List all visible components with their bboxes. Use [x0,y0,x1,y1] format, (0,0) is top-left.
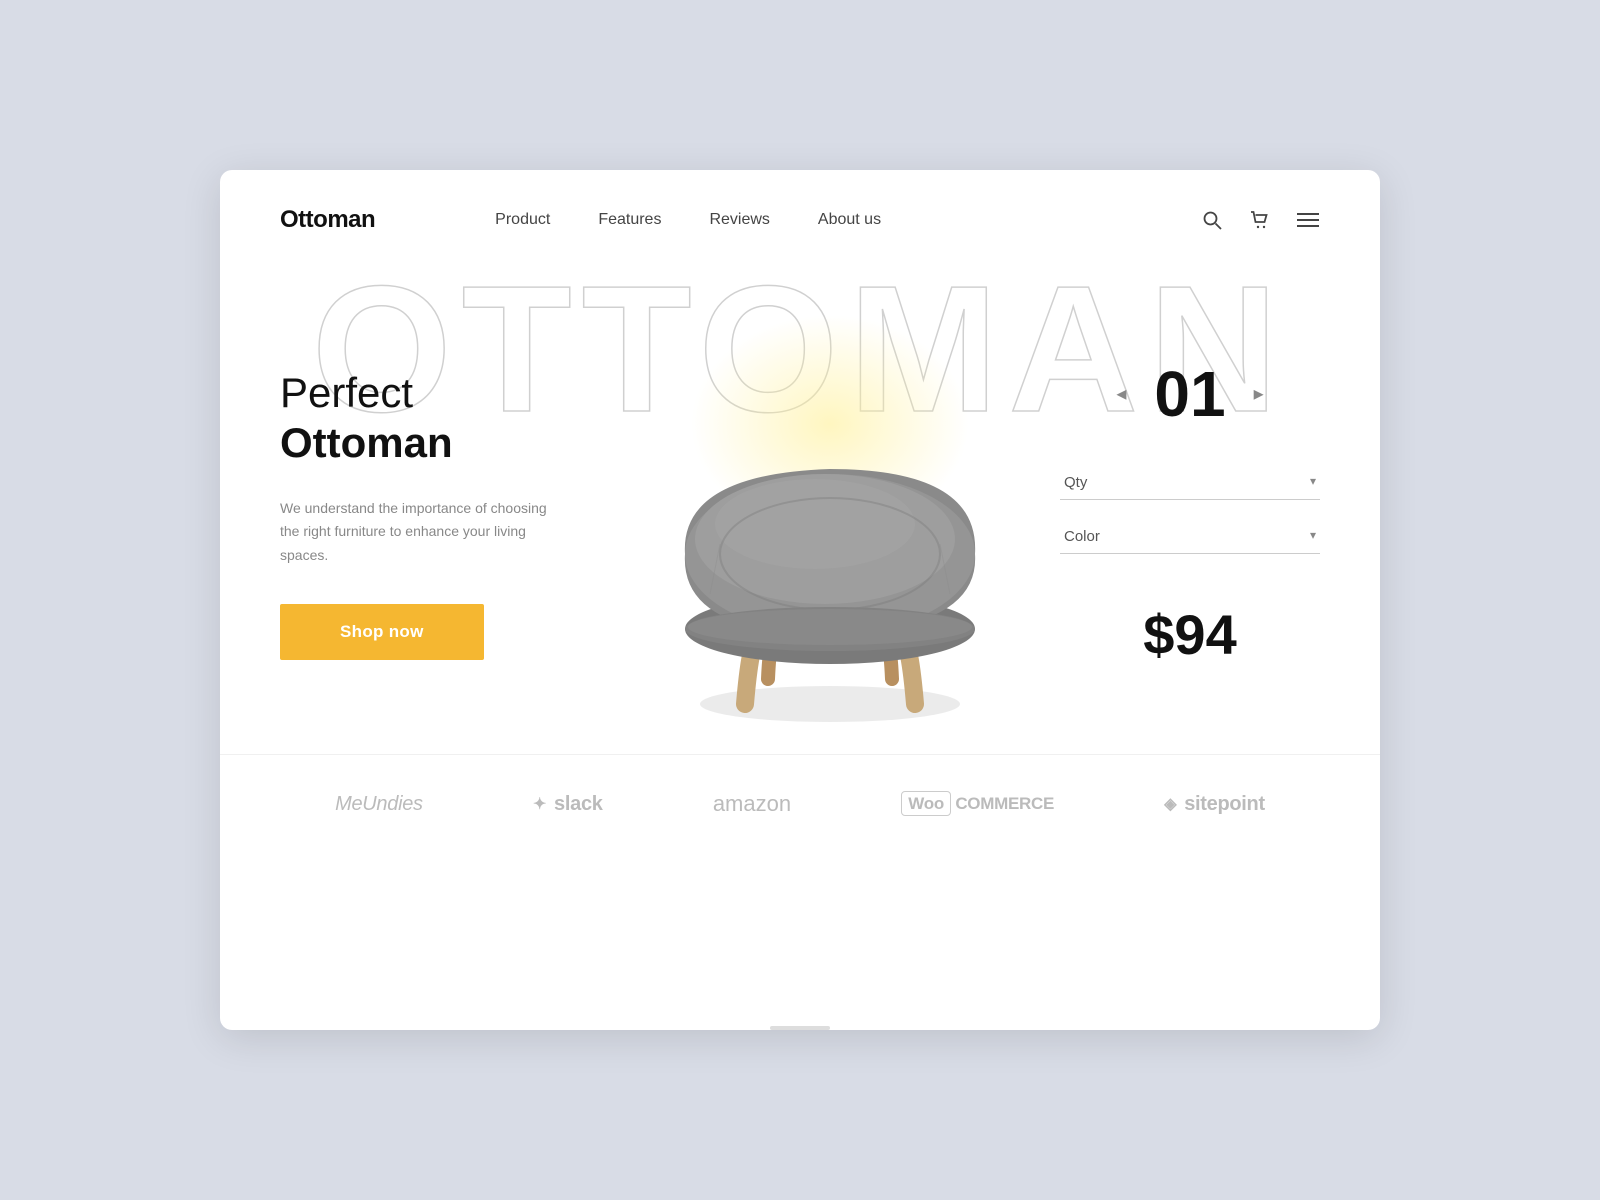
brand-amazon: amazon [713,791,791,817]
brand-meundies: MeUndies [335,793,423,816]
counter-prev-button[interactable]: ◂ [1116,381,1126,406]
description: We understand the importance of choosing… [280,497,550,568]
tagline-line1: Perfect [280,369,413,416]
nav-reviews[interactable]: Reviews [709,211,769,229]
counter-value: 01 [1154,362,1225,426]
main-content: Perfect Ottoman We understand the import… [220,234,1380,754]
tagline: Perfect Ottoman [280,368,600,469]
brands-bar: MeUndies ✦ slack amazon Woo COMMERCE ◈ s… [220,754,1380,857]
nav-features[interactable]: Features [598,211,661,229]
brand-meundies-label: MeUndies [335,793,423,816]
brand-woocommerce-label: Woo COMMERCE [901,794,1054,814]
brand-slack: ✦ slack [533,793,603,816]
nav-links: Product Features Reviews About us [495,211,1200,229]
left-panel: Perfect Ottoman We understand the import… [280,328,600,660]
logo: Ottoman [280,206,375,234]
qty-select[interactable]: Qty 1 2 3 [1060,466,1320,500]
slack-icon: ✦ [533,794,546,814]
menu-icon[interactable] [1296,208,1320,232]
shop-now-button[interactable]: Shop now [280,604,484,660]
product-image-area [600,254,1060,734]
brand-slack-label: slack [554,793,603,816]
navbar: Ottoman Product Features Reviews About u… [220,170,1380,254]
search-icon[interactable] [1200,208,1224,232]
nav-product[interactable]: Product [495,211,550,229]
product-price: $94 [1143,602,1236,667]
brand-sitepoint: ◈ sitepoint [1164,793,1265,816]
counter-row: ◂ 01 ▸ [1116,362,1263,426]
tagline-line2: Ottoman [280,418,600,468]
browser-window: Ottoman Product Features Reviews About u… [220,170,1380,1030]
scroll-indicator [770,1026,830,1030]
qty-dropdown-wrapper: Qty 1 2 3 [1060,466,1320,500]
nav-about[interactable]: About us [818,211,881,229]
sitepoint-icon: ◈ [1164,794,1176,814]
brand-woocommerce: Woo COMMERCE [901,794,1054,814]
brand-sitepoint-label: sitepoint [1184,793,1265,816]
cart-icon[interactable] [1248,208,1272,232]
color-dropdown-wrapper: Color Gray Black Beige [1060,520,1320,554]
product-image [620,314,1040,734]
color-select[interactable]: Color Gray Black Beige [1060,520,1320,554]
right-panel: ◂ 01 ▸ Qty 1 2 3 Color Gray Black Beige [1060,322,1320,667]
brand-amazon-label: amazon [713,791,791,817]
nav-icons [1200,208,1320,232]
counter-next-button[interactable]: ▸ [1254,381,1264,406]
